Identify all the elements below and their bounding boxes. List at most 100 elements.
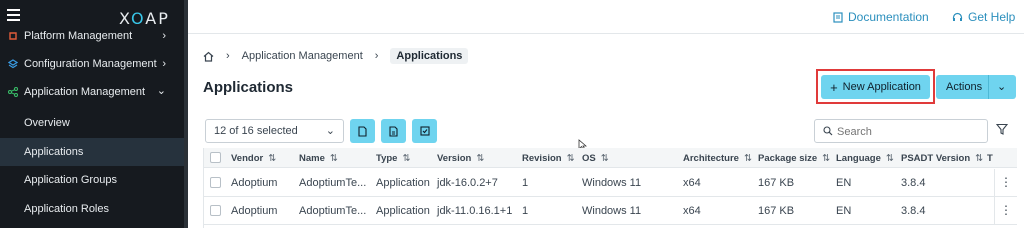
new-application-button[interactable]: + New Application bbox=[821, 75, 930, 99]
cell-package-size: 167 KB bbox=[758, 205, 795, 217]
column-header-psadt-version[interactable]: PSADT Version ⇅ bbox=[901, 153, 983, 164]
sort-icon[interactable]: ⇅ bbox=[822, 153, 830, 164]
column-header-architecture[interactable]: Architecture ⇅ bbox=[683, 153, 752, 164]
sort-icon[interactable]: ⇅ bbox=[330, 153, 338, 164]
column-header-vendor[interactable]: Vendor ⇅ bbox=[231, 153, 276, 164]
cell-package-size: 167 KB bbox=[758, 177, 795, 189]
platform-icon bbox=[9, 32, 17, 40]
breadcrumb-current: Applications bbox=[390, 48, 469, 64]
sort-icon[interactable]: ⇅ bbox=[567, 153, 575, 164]
column-header-type[interactable]: Type ⇅ bbox=[376, 153, 410, 164]
sort-icon[interactable]: ⇅ bbox=[886, 153, 894, 164]
column-header-language[interactable]: Language ⇅ bbox=[836, 153, 894, 164]
cell-psadt-version: 3.8.4 bbox=[901, 177, 926, 189]
column-label: Vendor bbox=[231, 153, 264, 164]
search-input[interactable] bbox=[837, 124, 977, 139]
column-header-truncated[interactable]: T bbox=[987, 153, 993, 164]
search-box[interactable] bbox=[814, 119, 988, 143]
document-icon bbox=[358, 125, 367, 137]
sidebar-item-overview[interactable]: Overview bbox=[0, 109, 184, 137]
button-divider bbox=[988, 75, 989, 99]
share-icon bbox=[8, 87, 18, 97]
select-all-button[interactable] bbox=[412, 119, 437, 143]
cell-revision: 1 bbox=[522, 205, 529, 217]
get-help-link[interactable]: Get Help bbox=[952, 10, 1015, 24]
cell-type: Application bbox=[376, 177, 430, 189]
chevron-right-icon: › bbox=[162, 58, 166, 70]
row-menu-icon[interactable]: ⋮ bbox=[994, 197, 1017, 225]
column-header-revision[interactable]: Revision ⇅ bbox=[522, 153, 575, 164]
cell-type: Application bbox=[376, 205, 430, 217]
chevron-right-icon: › bbox=[374, 50, 379, 62]
column-label: Language bbox=[836, 153, 881, 164]
column-label: Package size bbox=[758, 153, 818, 164]
chevron-down-icon: ⌄ bbox=[156, 85, 166, 97]
cell-architecture: x64 bbox=[683, 205, 701, 217]
sidebar-item-label: Application Management bbox=[24, 86, 146, 98]
documentation-label: Documentation bbox=[848, 10, 929, 24]
row-checkbox[interactable] bbox=[210, 177, 221, 188]
breadcrumb-item[interactable]: Application Management bbox=[242, 50, 363, 62]
sort-icon[interactable]: ⇅ bbox=[744, 153, 752, 164]
cell-vendor: Adoptium bbox=[231, 205, 278, 217]
applications-table: Vendor ⇅ Name ⇅ Type ⇅ Version ⇅ Revision ⇅ O… bbox=[203, 148, 1017, 228]
export-document-button[interactable] bbox=[381, 119, 406, 143]
sidebar-item-label: Overview bbox=[24, 117, 70, 129]
column-label: PSADT Version bbox=[901, 153, 971, 164]
cell-psadt-version: 3.8.4 bbox=[901, 205, 926, 217]
cell-revision: 1 bbox=[522, 177, 529, 189]
get-help-label: Get Help bbox=[968, 10, 1016, 24]
sidebar-item-label: Configuration Management bbox=[24, 58, 157, 70]
filter-icon[interactable] bbox=[996, 123, 1008, 135]
breadcrumb: › Application Management › Applications bbox=[203, 48, 469, 64]
sort-icon[interactable]: ⇅ bbox=[268, 153, 276, 164]
sidebar: XOAP Platform Management › Configuration… bbox=[0, 0, 184, 228]
sidebar-item-application-roles[interactable]: Application Roles bbox=[0, 195, 184, 223]
select-all-checkbox[interactable] bbox=[210, 152, 221, 163]
sidebar-item-configuration-management[interactable]: Configuration Management › bbox=[0, 50, 184, 78]
column-header-os[interactable]: OS ⇅ bbox=[582, 153, 609, 164]
row-menu-icon[interactable]: ⋮ bbox=[994, 169, 1017, 197]
actions-button[interactable]: Actions ⌄ bbox=[936, 75, 1016, 99]
sidebar-item-label: Applications bbox=[24, 146, 84, 158]
sidebar-item-label: Application Roles bbox=[24, 203, 109, 215]
cell-language: EN bbox=[836, 177, 852, 189]
documentation-link[interactable]: Documentation bbox=[833, 10, 929, 24]
sidebar-item-label: Application Groups bbox=[24, 174, 117, 186]
cell-version: jdk-16.0.2+7 bbox=[437, 177, 498, 189]
column-label: T bbox=[987, 153, 993, 164]
column-label: Version bbox=[437, 153, 472, 164]
cell-version: jdk-11.0.16.1+1 bbox=[437, 205, 513, 217]
sidebar-item-application-groups[interactable]: Application Groups bbox=[0, 166, 184, 194]
cell-language: EN bbox=[836, 205, 852, 217]
column-header-package-size[interactable]: Package size ⇅ bbox=[758, 153, 830, 164]
chevron-down-icon[interactable]: ⌄ bbox=[997, 80, 1006, 93]
sidebar-scrollbar[interactable] bbox=[184, 0, 188, 228]
cell-os: Windows 11 bbox=[582, 177, 642, 189]
column-header-version[interactable]: Version ⇅ bbox=[437, 153, 484, 164]
table-row[interactable]: Adoptium AdoptiumTe... Application jdk-1… bbox=[204, 197, 1017, 225]
search-icon bbox=[823, 126, 833, 136]
sidebar-item-platform-management[interactable]: Platform Management › bbox=[0, 22, 184, 50]
sort-icon[interactable]: ⇅ bbox=[476, 153, 484, 164]
home-icon[interactable] bbox=[203, 51, 214, 62]
hamburger-menu-icon[interactable] bbox=[7, 9, 20, 21]
actions-label: Actions bbox=[946, 81, 983, 93]
selection-dropdown[interactable]: 12 of 16 selected ⌄ bbox=[205, 119, 344, 143]
column-label: Revision bbox=[522, 153, 562, 164]
book-icon bbox=[833, 11, 843, 23]
layers-icon bbox=[8, 59, 18, 69]
checkbox-icon bbox=[419, 126, 430, 136]
sort-icon[interactable]: ⇅ bbox=[975, 153, 983, 164]
sidebar-item-applications[interactable]: Applications bbox=[0, 138, 184, 166]
headset-icon bbox=[952, 12, 963, 21]
sort-icon[interactable]: ⇅ bbox=[601, 153, 609, 164]
sidebar-item-application-management[interactable]: Application Management ⌄ bbox=[0, 78, 184, 106]
cell-name: AdoptiumTe... bbox=[299, 177, 367, 189]
document-text-icon bbox=[389, 125, 398, 137]
sort-icon[interactable]: ⇅ bbox=[402, 153, 410, 164]
table-row[interactable]: Adoptium AdoptiumTe... Application jdk-1… bbox=[204, 169, 1017, 197]
row-checkbox[interactable] bbox=[210, 205, 221, 216]
document-button[interactable] bbox=[350, 119, 375, 143]
column-header-name[interactable]: Name ⇅ bbox=[299, 153, 338, 164]
